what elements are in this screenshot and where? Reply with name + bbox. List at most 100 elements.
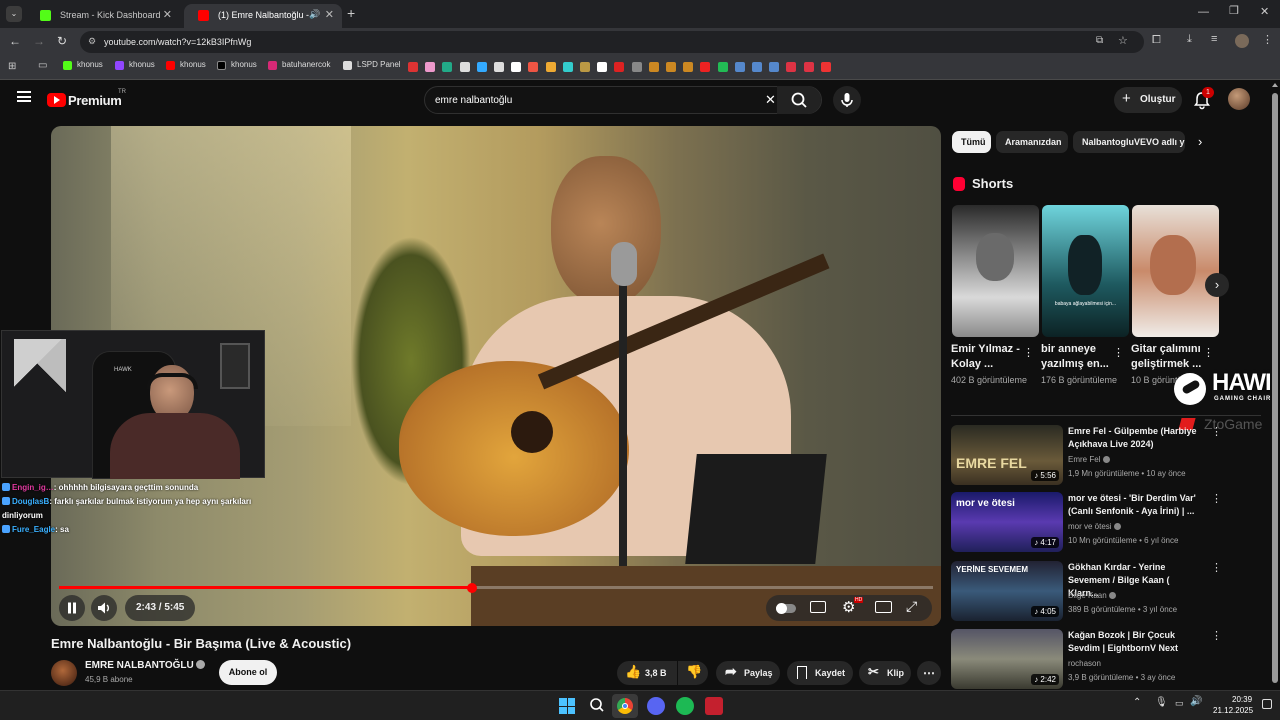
short-title[interactable]: bir anneye yazılmış en... <box>1041 342 1117 372</box>
brand-bookmark-icon[interactable] <box>786 62 797 72</box>
coin-bookmark-icon[interactable] <box>648 62 659 72</box>
coin-bookmark-icon[interactable] <box>666 62 676 72</box>
more-actions-button[interactable]: ⋯ <box>917 661 941 685</box>
sheet-bookmark-icon[interactable] <box>717 62 728 72</box>
js-bookmark-icon[interactable] <box>820 62 831 72</box>
game-bookmark-icon[interactable] <box>528 62 539 72</box>
tab-kick-dashboard[interactable]: Stream - Kick Dashboard ✕ <box>26 4 180 28</box>
recommendation-item[interactable]: mor ve ötesi ♪ 4:17 mor ve ötesi - 'Bir De… <box>951 492 1251 552</box>
chart-bookmark-icon[interactable] <box>769 62 780 72</box>
recommendation-thumbnail[interactable]: ♪ 2:42 <box>951 629 1063 689</box>
coin-bookmark-icon[interactable] <box>683 62 694 72</box>
recommendation-channel[interactable]: rochason <box>1068 659 1101 668</box>
fullscreen-icon[interactable]: ⤢ <box>906 598 917 615</box>
forward-icon[interactable]: → <box>33 34 45 48</box>
create-button[interactable]: + Oluştur <box>1114 87 1182 113</box>
media-icon[interactable]: ≡ <box>1211 33 1217 45</box>
bookmark-khonus-kick[interactable]: khonus <box>63 60 103 70</box>
profile-icon[interactable] <box>1235 34 1249 48</box>
short-menu-icon[interactable]: ⋮ <box>1203 346 1214 359</box>
cloud-bookmark-icon[interactable] <box>562 62 573 72</box>
cast-icon[interactable]: ⧉ <box>1096 35 1103 46</box>
short-thumbnail[interactable] <box>952 205 1039 337</box>
chart-bookmark-icon[interactable] <box>734 62 745 72</box>
spotify-taskbar-icon[interactable] <box>676 697 694 715</box>
volume-tray-icon[interactable]: 🔊 <box>1190 696 1202 707</box>
minimize-button[interactable]: — <box>1198 6 1209 18</box>
clock-time[interactable]: 20:39 <box>1232 695 1252 704</box>
network-icon[interactable]: ▭ <box>1175 698 1184 709</box>
recommendation-thumbnail[interactable]: mor ve ötesi ♪ 4:17 <box>951 492 1063 552</box>
site-info-icon[interactable]: ⚙ <box>88 36 96 47</box>
download-icon[interactable]: ⤓ <box>1187 33 1192 46</box>
shorts-next-button[interactable]: › <box>1205 273 1229 297</box>
hamburger-menu-icon[interactable] <box>17 91 31 102</box>
recommendation-thumbnail[interactable]: YERİNE SEVEMEM ♪ 4:05 <box>951 561 1063 621</box>
chip-from-search[interactable]: Aramanızdan <box>996 131 1068 153</box>
search-input[interactable]: emre nalbantoğlu ✕ <box>424 86 822 114</box>
recommendation-menu-icon[interactable]: ⋮ <box>1211 561 1222 574</box>
recommendation-item[interactable]: EMRE FEL ♪ 5:56 Emre Fel - Gülpembe (Harbi… <box>951 425 1251 485</box>
scroll-up-icon[interactable] <box>1272 83 1278 87</box>
recommendation-menu-icon[interactable]: ⋮ <box>1211 492 1222 505</box>
back-icon[interactable]: ← <box>9 34 21 48</box>
volume-button[interactable] <box>91 595 117 621</box>
apps-icon[interactable]: ⊞ <box>8 61 16 72</box>
bear-bookmark-icon[interactable] <box>631 62 642 72</box>
grid-bookmark-icon[interactable] <box>408 62 418 72</box>
autoplay-toggle[interactable] <box>776 603 796 614</box>
discord-taskbar-icon[interactable] <box>647 697 665 715</box>
plus-bookmark-icon[interactable] <box>700 62 711 72</box>
close-window-button[interactable]: ✕ <box>1260 5 1269 18</box>
clock-date[interactable]: 21.12.2025 <box>1213 706 1253 715</box>
windows-start-icon[interactable] <box>559 698 575 714</box>
short-title[interactable]: Emir Yılmaz - Kolay ... <box>951 342 1027 372</box>
subtitles-icon[interactable] <box>810 601 826 613</box>
recommendation-channel[interactable]: Emre Fel <box>1068 455 1110 464</box>
notification-center-icon[interactable] <box>1262 699 1272 709</box>
recommendation-title[interactable]: mor ve ötesi - 'Bir Derdim Var' (Canlı S… <box>1068 492 1202 518</box>
notifications-button[interactable]: 1 <box>1192 87 1214 110</box>
chart-bookmark-icon[interactable] <box>425 62 436 72</box>
github-bookmark-icon[interactable] <box>459 62 470 72</box>
channel-avatar[interactable] <box>51 660 77 686</box>
microphone-tray-icon[interactable]: 🎙 <box>1155 697 1168 708</box>
bookmark-khonus-x[interactable]: khonus <box>217 60 257 70</box>
bookmark-icon[interactable] <box>494 62 504 72</box>
bookmark-lspd-panel[interactable]: LSPD Panel <box>343 60 401 70</box>
recommendation-item[interactable]: YERİNE SEVEMEM ♪ 4:05 Gökhan Kırdar - Yeri… <box>951 561 1251 621</box>
recommendation-thumbnail[interactable]: EMRE FEL ♪ 5:56 <box>951 425 1063 485</box>
note-bookmark-icon[interactable] <box>597 62 608 72</box>
folder-icon[interactable]: ▭ <box>38 60 47 71</box>
chrome-taskbar-icon[interactable] <box>612 694 638 718</box>
dislike-button[interactable]: 👎 <box>678 661 708 685</box>
account-avatar[interactable] <box>1228 88 1250 110</box>
pause-button[interactable] <box>59 595 85 621</box>
chips-next-icon[interactable]: › <box>1198 134 1202 149</box>
stats-bookmark-icon[interactable] <box>442 62 453 72</box>
media-app-taskbar-icon[interactable] <box>705 697 723 715</box>
bookmark-khonus-twitch[interactable]: khonus <box>115 60 155 70</box>
save-button[interactable]: Kaydet <box>787 661 853 685</box>
search-button[interactable] <box>777 86 821 114</box>
tray-chevron-icon[interactable]: ⌃ <box>1133 697 1141 708</box>
recommendation-title[interactable]: Emre Fel - Gülpembe (Harbiye Açıkhava Li… <box>1068 425 1202 451</box>
shield-bookmark-icon[interactable] <box>476 62 487 72</box>
new-tab-button[interactable]: + <box>347 5 355 21</box>
list-bookmark-icon[interactable] <box>511 62 522 72</box>
close-tab-icon[interactable]: ✕ <box>163 8 172 21</box>
extensions-icon[interactable]: ⧠ <box>1152 34 1161 47</box>
chip-all[interactable]: Tümü <box>952 131 991 153</box>
clip-button[interactable]: ✂ Klip <box>859 661 911 685</box>
recommendation-channel[interactable]: mor ve ötesi <box>1068 522 1121 531</box>
short-menu-icon[interactable]: ⋮ <box>1023 346 1034 359</box>
channel-name[interactable]: EMRE NALBANTOĞLU <box>85 660 206 671</box>
share-button[interactable]: ➦ Paylaş <box>716 661 780 685</box>
scroll-thumb[interactable] <box>1272 93 1278 683</box>
voice-search-button[interactable] <box>833 86 861 114</box>
like-button[interactable]: 👍 3,8 B <box>617 661 677 685</box>
progress-scrubber[interactable] <box>466 582 477 593</box>
progress-track[interactable] <box>59 582 933 593</box>
url-field[interactable]: ⚙ youtube.com/watch?v=12kB3IPfnWg ⧉ ☆ <box>80 31 1144 53</box>
recommendation-item[interactable]: ♪ 2:42 Kağan Bozok | Bir Çocuk Sevdim | E… <box>951 629 1251 689</box>
